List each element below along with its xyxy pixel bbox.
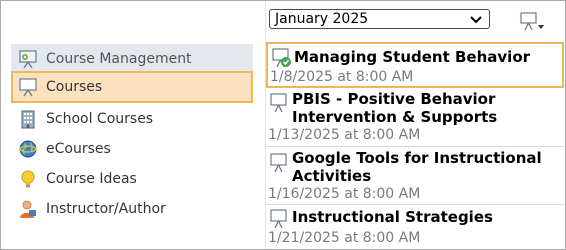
- building-icon: [18, 109, 38, 129]
- course-title: Instructional Strategies: [292, 208, 493, 226]
- nav-item-course-ideas[interactable]: Course Ideas: [11, 164, 253, 194]
- month-select[interactable]: January 2025: [269, 9, 490, 29]
- easel-check-icon: [272, 48, 292, 68]
- easel-icon: [270, 153, 290, 173]
- course-calendar-panel: Course Management Courses School Courses…: [0, 0, 566, 250]
- nav-item-label: Instructor/Author: [46, 201, 166, 217]
- course-title: Managing Student Behavior: [294, 48, 531, 66]
- left-nav: Course Management Courses School Courses…: [1, 1, 263, 249]
- course-date: 1/16/2025 at 8:00 AM: [268, 186, 421, 202]
- chevron-down-icon: [470, 13, 482, 29]
- month-select-value: January 2025: [275, 11, 369, 27]
- nav-header-course-management: Course Management: [11, 44, 253, 74]
- easel-icon: [270, 209, 290, 229]
- lightbulb-icon: [18, 169, 38, 189]
- nav-item-school-courses[interactable]: School Courses: [11, 104, 253, 134]
- course-item[interactable]: PBIS - Positive Behavior Intervention & …: [266, 89, 564, 147]
- course-date: 1/13/2025 at 8:00 AM: [268, 127, 421, 143]
- nav-item-courses[interactable]: Courses: [11, 71, 253, 103]
- nav-item-label: eCourses: [46, 141, 111, 157]
- course-item-selected[interactable]: Managing Student Behavior 1/8/2025 at 8:…: [266, 42, 564, 88]
- course-date: 1/8/2025 at 8:00 AM: [270, 69, 414, 85]
- globe-icon: [18, 139, 38, 159]
- course-list-pane: January 2025 Managing Student Behavior 1…: [266, 1, 565, 249]
- course-item[interactable]: Instructional Strategies 1/21/2025 at 8:…: [266, 206, 564, 249]
- easel-gear-icon: [18, 49, 38, 69]
- course-date: 1/21/2025 at 8:00 AM: [268, 230, 421, 246]
- nav-item-label: School Courses: [46, 111, 154, 127]
- easel-icon: [270, 93, 290, 113]
- nav-header-label: Course Management: [46, 51, 192, 67]
- easel-dropdown-icon: [520, 12, 544, 31]
- course-title: PBIS - Positive Behavior Intervention & …: [292, 90, 498, 126]
- view-options-button[interactable]: [520, 10, 546, 34]
- nav-item-ecourses[interactable]: eCourses: [11, 134, 253, 164]
- person-icon: [18, 199, 38, 219]
- course-item[interactable]: Google Tools for Instructional Activitie…: [266, 148, 564, 205]
- nav-item-label: Course Ideas: [46, 171, 137, 187]
- course-title: Google Tools for Instructional Activitie…: [292, 149, 542, 185]
- easel-icon: [18, 77, 38, 97]
- nav-item-instructor-author[interactable]: Instructor/Author: [11, 194, 253, 224]
- nav-item-label: Courses: [46, 79, 103, 95]
